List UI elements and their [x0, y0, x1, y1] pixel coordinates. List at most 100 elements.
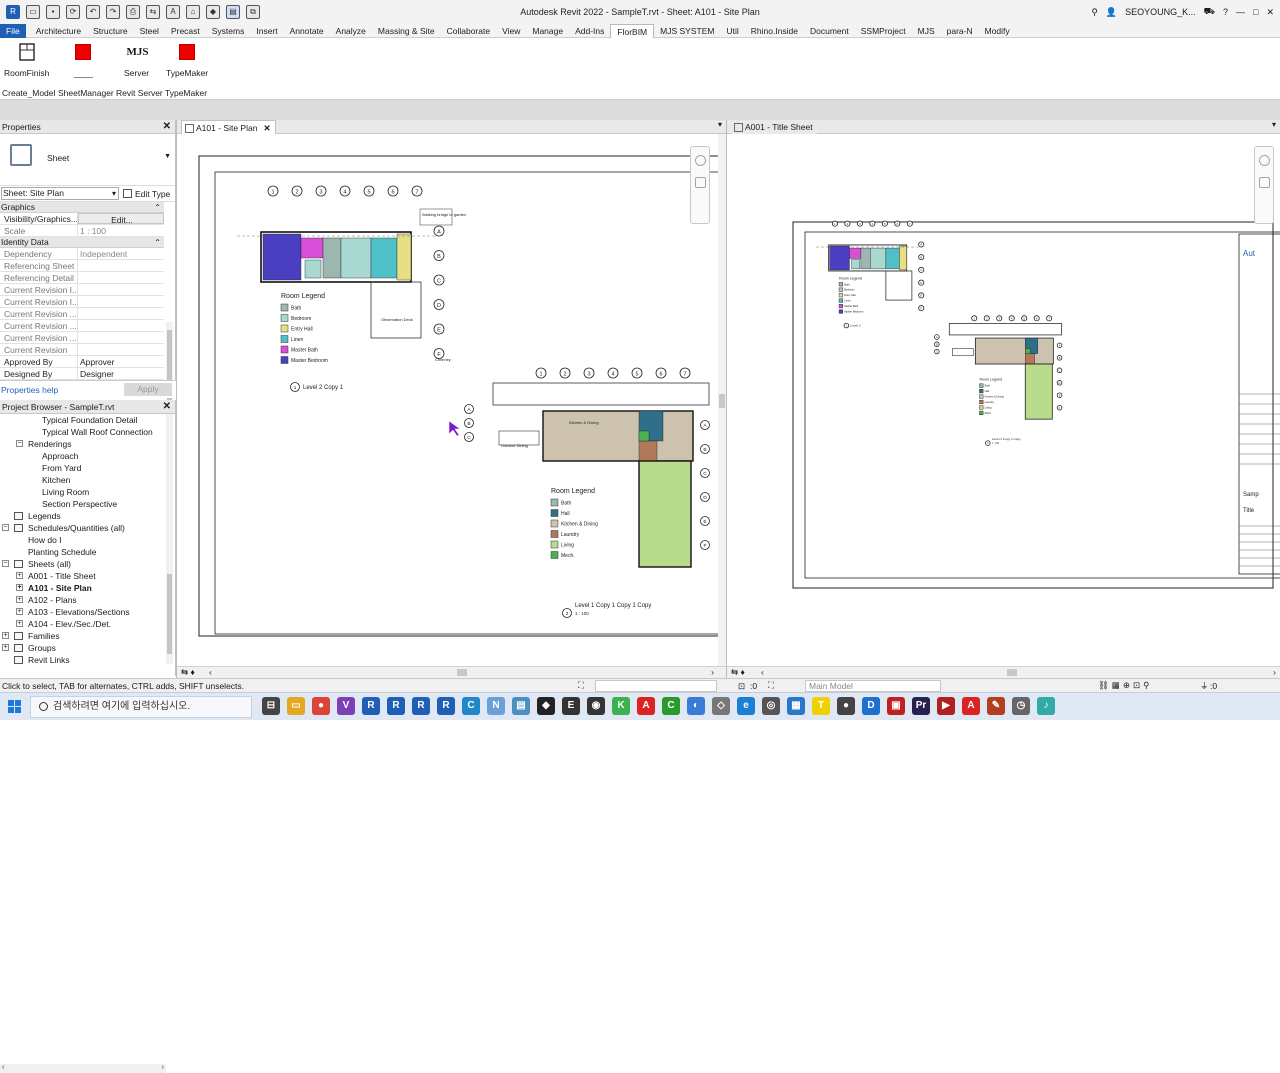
expand-icon[interactable]: + [16, 620, 23, 627]
h-scroll-thumb[interactable] [1007, 669, 1017, 676]
taskbar-search[interactable]: 검색하려면 여기에 입력하십시오. [30, 696, 252, 718]
wheel-icon[interactable] [1259, 155, 1270, 166]
tab-menu-icon[interactable]: ▾ [1272, 120, 1276, 129]
save-icon[interactable]: ▪ [46, 5, 60, 19]
tab-mjs[interactable]: MJS [912, 24, 941, 38]
browser-item[interactable]: Legends [0, 510, 166, 522]
type-selector[interactable]: Sheet ▼ [0, 134, 175, 186]
expand-icon[interactable]: + [16, 608, 23, 615]
browser-item[interactable]: Typical Foundation Detail [0, 414, 166, 426]
help-icon[interactable]: ? [1223, 7, 1228, 17]
tab-file[interactable]: File [0, 23, 26, 38]
browser-item[interactable]: + A001 - Title Sheet [0, 570, 166, 582]
tab-util[interactable]: Util [720, 24, 744, 38]
property-row[interactable]: Referencing Detail [0, 272, 164, 284]
property-row[interactable]: Visibility/Graphics... Edit... [0, 213, 164, 225]
collapse-icon[interactable]: − [16, 440, 23, 447]
filter-icon[interactable]: ⏚ [1200, 680, 1209, 692]
browser-item[interactable]: + A104 - Elev./Sec./Det. [0, 618, 166, 630]
app-icon-26[interactable]: ▣ [887, 697, 905, 715]
windows-start-icon[interactable] [8, 700, 22, 714]
acrobat-icon[interactable]: A [637, 697, 655, 715]
chrome-icon[interactable]: ● [312, 697, 330, 715]
app-icon-31[interactable]: ◷ [1012, 697, 1030, 715]
browser-item[interactable]: + A102 - Plans [0, 594, 166, 606]
tab-structure[interactable]: Structure [87, 24, 134, 38]
property-row[interactable]: Dependency Independent [0, 248, 164, 260]
app-icon-24[interactable]: ● [837, 697, 855, 715]
zoom-icon[interactable] [695, 177, 706, 188]
property-row[interactable]: Referencing Sheet [0, 260, 164, 272]
print-icon[interactable]: ⎙ [126, 5, 140, 19]
drawing-canvas-right[interactable]: Aut Samp Title 1 2 3 4 5 6 7 A B C D E F Room Legend Bath… [727, 134, 1280, 666]
user-icon[interactable]: 👤 [1106, 7, 1117, 18]
property-value[interactable]: 1 : 100 [78, 225, 164, 236]
user-name[interactable]: SEOYOUNG_K... [1125, 7, 1196, 17]
workset-select[interactable] [595, 680, 717, 692]
expand-icon[interactable]: + [2, 632, 9, 639]
browser-item[interactable]: + Groups [0, 642, 166, 654]
camera-icon[interactable]: ◎ [762, 697, 780, 715]
open-icon[interactable]: ▭ [26, 5, 40, 19]
property-value[interactable]: Designer [78, 368, 164, 379]
tab-analyze[interactable]: Analyze [330, 24, 372, 38]
close-icon[interactable]: ✕ [163, 400, 171, 414]
revit-app-icon-1[interactable]: R [362, 697, 380, 715]
browser-scrollbar[interactable] [166, 414, 173, 664]
expand-icon[interactable]: + [16, 596, 23, 603]
chevron-down-icon[interactable]: ▼ [164, 153, 171, 160]
sync-icon[interactable]: ⟳ [66, 5, 80, 19]
tab-a101-site-plan[interactable]: A101 - Site Plan ✕ [181, 120, 276, 134]
browser-item[interactable]: + Families [0, 630, 166, 642]
text-icon[interactable]: A [166, 5, 180, 19]
app-icon-30[interactable]: ✎ [987, 697, 1005, 715]
tab-a001-title-sheet[interactable]: A001 - Title Sheet [731, 120, 817, 134]
instance-filter-select[interactable]: Sheet: Site Plan [1, 187, 119, 200]
browser-hscrollbar[interactable]: ‹ › [0, 1064, 166, 1073]
revit-app-icon-2[interactable]: R [387, 697, 405, 715]
task-view-icon[interactable]: ⊟ [262, 697, 280, 715]
app-icon-19[interactable]: ◇ [712, 697, 730, 715]
group-identity-data[interactable]: Identity Data ⌃ [0, 237, 164, 248]
property-row[interactable]: Current Revision ... [0, 332, 164, 344]
server-button[interactable]: MJS Server [124, 42, 149, 78]
3d-icon[interactable]: ⌂ [186, 5, 200, 19]
browser-item[interactable]: How do I [0, 534, 166, 546]
maximize-icon[interactable]: □ [1253, 7, 1258, 17]
notepad-icon[interactable]: N [487, 697, 505, 715]
h-scroll-thumb[interactable] [457, 669, 467, 676]
tab-add-ins[interactable]: Add-Ins [569, 24, 610, 38]
main-model-select[interactable]: Main Model [805, 680, 941, 692]
edit-visibility-button[interactable]: Edit... [78, 213, 164, 224]
browser-item[interactable]: − Sheets (all) [0, 558, 166, 570]
browser-item[interactable]: Kitchen [0, 474, 166, 486]
epic-icon[interactable]: E [562, 697, 580, 715]
close-icon[interactable]: ✕ [163, 120, 171, 134]
binoculars-icon[interactable]: ⚲ [1091, 7, 1098, 18]
view-vscrollbar[interactable] [718, 134, 726, 666]
view-scale-icon[interactable]: ⇆ ♦ [731, 667, 745, 678]
browser-item[interactable]: From Yard [0, 462, 166, 474]
property-value[interactable]: Approver [78, 356, 164, 367]
apply-button[interactable]: Apply [124, 383, 172, 396]
tab-menu-icon[interactable]: ▾ [718, 120, 722, 129]
camtasia-icon[interactable]: C [662, 697, 680, 715]
worksets-icon[interactable]: ⛶ [578, 680, 584, 691]
property-row[interactable]: Current Revision I... [0, 296, 164, 308]
properties-help-link[interactable]: Properties help [1, 385, 58, 395]
property-value[interactable] [78, 308, 164, 319]
browser-item[interactable]: − Renderings [0, 438, 166, 450]
view-scale-icon[interactable]: ⇆ ♦ [181, 667, 195, 678]
navigation-bar[interactable] [690, 146, 710, 224]
visual-studio-icon[interactable]: V [337, 697, 355, 715]
property-value[interactable] [78, 344, 164, 355]
kakao-icon[interactable]: K [612, 697, 630, 715]
file-explorer-icon[interactable]: ▭ [287, 697, 305, 715]
property-row[interactable]: Scale 1 : 100 [0, 225, 164, 237]
browser-item[interactable]: Section Perspective [0, 498, 166, 510]
tab-document[interactable]: Document [804, 24, 855, 38]
tab-view[interactable]: View [496, 24, 526, 38]
tab-steel[interactable]: Steel [134, 24, 165, 38]
measure-icon[interactable]: ⇆ [146, 5, 160, 19]
tab-annotate[interactable]: Annotate [284, 24, 330, 38]
